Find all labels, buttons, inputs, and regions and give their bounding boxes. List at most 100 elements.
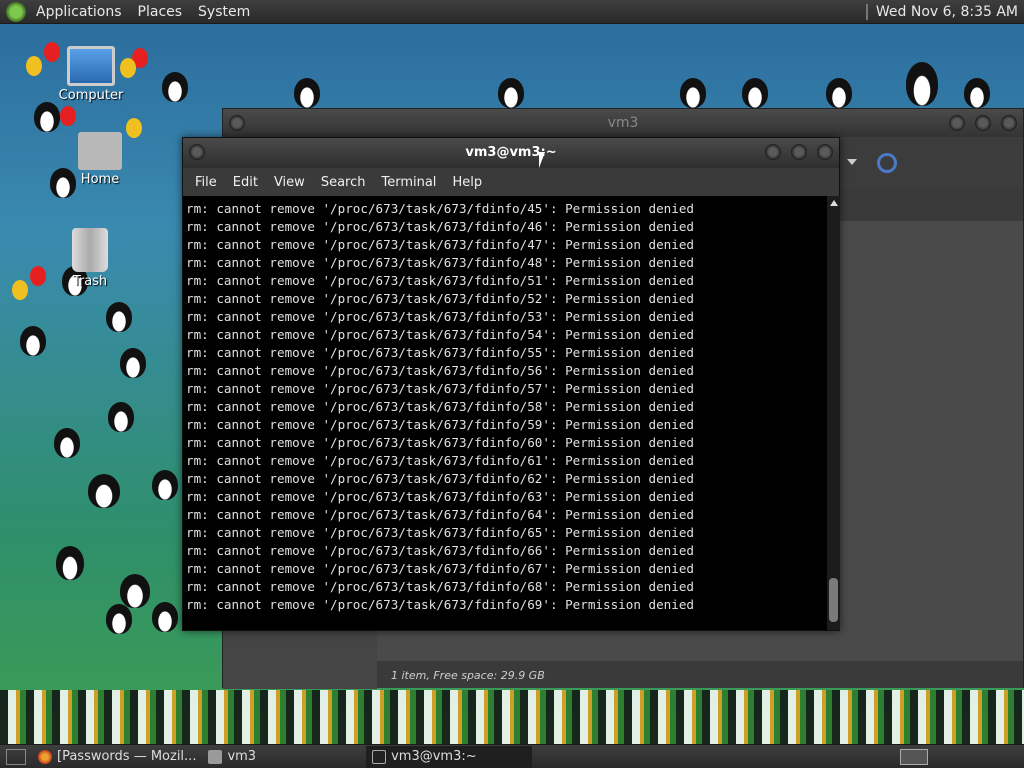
menu-applications[interactable]: Applications [28, 4, 130, 20]
close-button[interactable] [817, 144, 833, 160]
desktop-icon-home[interactable]: Home [70, 132, 130, 187]
terminal-line: rm: cannot remove '/proc/673/task/673/fd… [186, 237, 694, 252]
penguin-parade-decoration [0, 690, 1024, 744]
status-bar: 1 item, Free space: 29.9 GB [377, 664, 1023, 688]
clock-area: Wed Nov 6, 8:35 AM [865, 3, 1024, 20]
terminal-line: rm: cannot remove '/proc/673/task/673/fd… [186, 525, 694, 540]
terminal-icon [372, 749, 387, 764]
menu-view[interactable]: View [266, 175, 313, 190]
workspace-switcher[interactable] [900, 748, 928, 765]
maximize-button[interactable] [975, 115, 991, 131]
balloon-decoration [60, 106, 76, 126]
window-menu-button[interactable] [189, 144, 205, 160]
terminal-menubar: File Edit View Search Terminal Help [183, 168, 839, 196]
terminal-line: rm: cannot remove '/proc/673/task/673/fd… [186, 363, 694, 378]
window-title: vm3 [607, 115, 639, 131]
terminal-line: rm: cannot remove '/proc/673/task/673/fd… [186, 543, 694, 558]
terminal-line: rm: cannot remove '/proc/673/task/673/fd… [186, 489, 694, 504]
terminal-line: rm: cannot remove '/proc/673/task/673/fd… [186, 507, 694, 522]
taskbar-item-label: vm3 [227, 749, 257, 764]
terminal-line: rm: cannot remove '/proc/673/task/673/fd… [186, 201, 694, 216]
penguin-decoration [108, 402, 134, 432]
terminal-line: rm: cannot remove '/proc/673/task/673/fd… [186, 291, 694, 306]
computer-icon [67, 46, 115, 86]
terminal-line: rm: cannot remove '/proc/673/task/673/fd… [186, 597, 694, 612]
scrollbar-thumb[interactable] [829, 578, 838, 622]
penguin-decoration [106, 604, 132, 634]
penguin-decoration [680, 78, 706, 108]
terminal-line: rm: cannot remove '/proc/673/task/673/fd… [186, 399, 694, 414]
taskbar-item-terminal[interactable]: vm3@vm3:~ [366, 745, 533, 768]
desktop-icon-label: Home [80, 172, 120, 187]
mouse-pointer-icon [539, 152, 545, 168]
desktop-icon-computer[interactable]: Computer [56, 46, 126, 103]
taskbar-item-label: vm3@vm3:~ [391, 749, 477, 764]
penguin-decoration [20, 326, 46, 356]
taskbar-item-firefox[interactable]: [Passwords — Mozil... [32, 746, 202, 768]
trash-icon [72, 228, 108, 272]
menu-file[interactable]: File [187, 175, 225, 190]
search-icon[interactable] [877, 153, 897, 173]
penguin-decoration [742, 78, 768, 108]
scroll-up-arrow-icon[interactable] [830, 200, 838, 206]
terminal-line: rm: cannot remove '/proc/673/task/673/fd… [186, 309, 694, 324]
desktop-icon-label: Trash [72, 274, 108, 289]
home-folder-icon [78, 132, 122, 170]
taskbar-item-file-manager[interactable]: vm3 [202, 746, 262, 768]
penguin-decoration [826, 78, 852, 108]
distro-logo-icon[interactable] [6, 1, 26, 22]
penguin-decoration [106, 302, 132, 332]
folder-icon [208, 749, 223, 764]
menu-edit[interactable]: Edit [225, 175, 266, 190]
minimize-button[interactable] [949, 115, 965, 131]
penguin-decoration [152, 602, 178, 632]
bottom-taskbar: [Passwords — Mozil... vm3 vm3@vm3:~ [0, 744, 1024, 768]
terminal-line: rm: cannot remove '/proc/673/task/673/fd… [186, 219, 694, 234]
terminal-window[interactable]: vm3@vm3:~ File Edit View Search Terminal… [182, 137, 840, 631]
terminal-line: rm: cannot remove '/proc/673/task/673/fd… [186, 381, 694, 396]
terminal-output[interactable]: rm: cannot remove '/proc/673/task/673/fd… [183, 196, 827, 630]
firefox-icon [38, 749, 52, 764]
balloon-decoration [30, 266, 46, 286]
menu-help[interactable]: Help [444, 175, 490, 190]
clock[interactable]: Wed Nov 6, 8:35 AM [876, 4, 1024, 20]
desktop-icon-label: Computer [58, 88, 124, 103]
file-manager-titlebar[interactable]: vm3 [223, 109, 1023, 137]
terminal-titlebar[interactable]: vm3@vm3:~ [183, 138, 839, 168]
window-menu-button[interactable] [229, 115, 245, 131]
menu-search[interactable]: Search [313, 175, 374, 190]
top-panel: Applications Places System Wed Nov 6, 8:… [0, 0, 1024, 24]
show-desktop-button[interactable] [6, 748, 26, 765]
terminal-line: rm: cannot remove '/proc/673/task/673/fd… [186, 327, 694, 342]
terminal-line: rm: cannot remove '/proc/673/task/673/fd… [186, 345, 694, 360]
penguin-decoration [964, 78, 990, 108]
close-button[interactable] [1001, 115, 1017, 131]
maximize-button[interactable] [791, 144, 807, 160]
terminal-line: rm: cannot remove '/proc/673/task/673/fd… [186, 417, 694, 432]
penguin-decoration [54, 428, 80, 458]
penguin-decoration [498, 78, 524, 108]
terminal-line: rm: cannot remove '/proc/673/task/673/fd… [186, 435, 694, 450]
penguin-decoration [906, 62, 938, 106]
penguin-decoration [34, 102, 60, 132]
balloon-decoration [12, 280, 28, 300]
terminal-line: rm: cannot remove '/proc/673/task/673/fd… [186, 561, 694, 576]
minimize-button[interactable] [765, 144, 781, 160]
terminal-line: rm: cannot remove '/proc/673/task/673/fd… [186, 453, 694, 468]
penguin-decoration [120, 574, 150, 608]
terminal-line: rm: cannot remove '/proc/673/task/673/fd… [186, 579, 694, 594]
panel-separator [865, 3, 868, 20]
menu-system[interactable]: System [190, 4, 258, 20]
menu-terminal[interactable]: Terminal [373, 175, 444, 190]
penguin-decoration [120, 348, 146, 378]
chevron-down-icon[interactable] [847, 159, 857, 165]
menu-places[interactable]: Places [130, 4, 191, 20]
terminal-scrollbar[interactable] [827, 196, 840, 630]
penguin-decoration [56, 546, 84, 580]
balloon-decoration [26, 56, 42, 76]
penguin-decoration [294, 78, 320, 108]
terminal-line: rm: cannot remove '/proc/673/task/673/fd… [186, 255, 694, 270]
penguin-decoration [152, 470, 178, 500]
penguin-decoration [88, 474, 120, 508]
desktop-icon-trash[interactable]: Trash [60, 228, 120, 289]
